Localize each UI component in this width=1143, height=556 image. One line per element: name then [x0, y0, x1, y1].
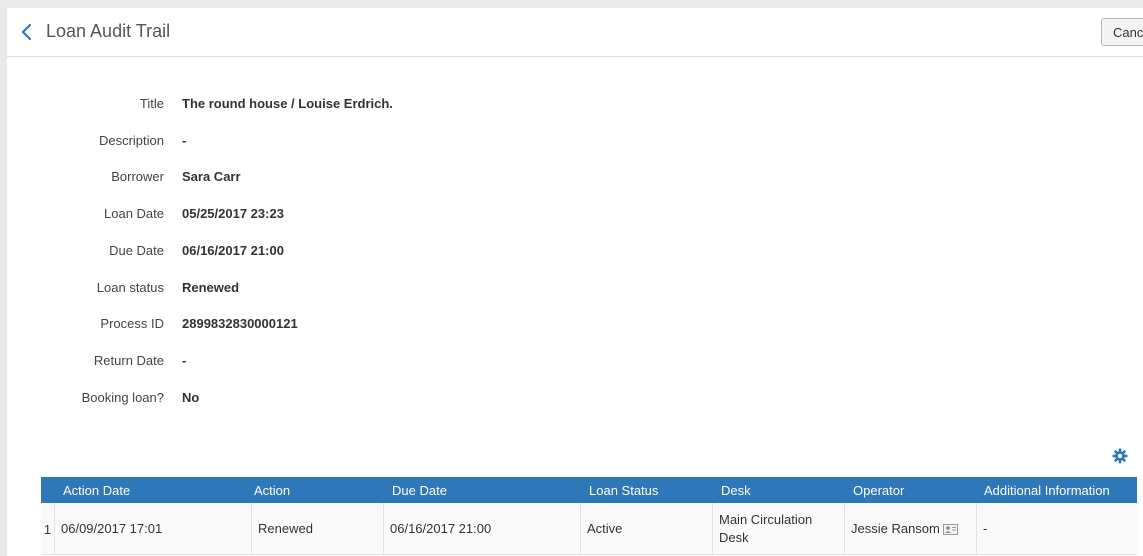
- row-number: 1: [43, 521, 52, 537]
- detail-row-description: Description -: [7, 133, 707, 153]
- column-header-operator[interactable]: Operator: [853, 483, 904, 498]
- top-strip: [0, 0, 1143, 8]
- cell-additional-info: -: [976, 503, 1137, 555]
- cell-desk: Main Circulation Desk: [712, 503, 844, 555]
- detail-label: Loan status: [96, 280, 164, 295]
- page-header: Loan Audit Trail Cancel: [7, 8, 1143, 57]
- detail-label: Description: [98, 133, 164, 148]
- detail-label: Return Date: [93, 353, 164, 368]
- column-header-desk[interactable]: Desk: [721, 483, 751, 498]
- cell-action: Renewed: [251, 503, 383, 555]
- detail-value: 05/25/2017 23:23: [182, 206, 284, 221]
- cancel-button[interactable]: Cancel: [1101, 18, 1143, 46]
- column-header-due-date[interactable]: Due Date: [392, 483, 447, 498]
- detail-label: Booking loan?: [81, 390, 164, 405]
- column-header-action-date[interactable]: Action Date: [63, 483, 130, 498]
- table-header: Action Date Action Due Date Loan Status …: [41, 477, 1137, 503]
- detail-value: -: [182, 353, 187, 368]
- detail-value: The round house / Louise Erdrich.: [182, 96, 393, 111]
- detail-value: 06/16/2017 21:00: [182, 243, 284, 258]
- detail-row-borrower: Borrower Sara Carr: [7, 169, 707, 189]
- detail-row-process-id: Process ID 2899832830000121: [7, 316, 707, 336]
- detail-label: Borrower: [111, 169, 164, 184]
- column-header-loan-status[interactable]: Loan Status: [589, 483, 658, 498]
- detail-label: Process ID: [100, 316, 164, 331]
- cell-loan-status: Active: [580, 503, 712, 555]
- detail-value: Sara Carr: [182, 169, 241, 184]
- detail-row-due-date: Due Date 06/16/2017 21:00: [7, 243, 707, 263]
- cell-operator: Jessie Ransom: [844, 503, 976, 555]
- back-arrow-icon[interactable]: [19, 21, 35, 43]
- table-row[interactable]: 1 06/09/2017 17:01 Renewed 06/16/2017 21…: [41, 503, 1137, 555]
- detail-value: Renewed: [182, 280, 240, 295]
- column-header-action[interactable]: Action: [254, 483, 290, 498]
- detail-label: Loan Date: [104, 206, 164, 221]
- loan-audit-panel: Loan Audit Trail Cancel Title The round …: [7, 8, 1143, 556]
- column-header-additional-information[interactable]: Additional Information: [984, 483, 1110, 498]
- detail-value: 2899832830000121: [182, 316, 298, 331]
- cell-due-date: 06/16/2017 21:00: [383, 503, 580, 555]
- cell-action-date: 06/09/2017 17:01: [54, 503, 251, 555]
- detail-row-loan-date: Loan Date 05/25/2017 23:23: [7, 206, 707, 226]
- detail-row-booking-loan: Booking loan? No: [7, 390, 707, 410]
- detail-label: Due Date: [109, 243, 164, 258]
- user-card-icon[interactable]: [942, 523, 958, 535]
- table-settings-gear-icon[interactable]: [1112, 448, 1128, 464]
- page-title: Loan Audit Trail: [46, 21, 171, 41]
- detail-value: -: [182, 133, 187, 148]
- detail-row-title: Title The round house / Louise Erdrich.: [7, 96, 707, 116]
- detail-row-return-date: Return Date -: [7, 353, 707, 373]
- detail-value: No: [182, 390, 200, 405]
- operator-name: Jessie Ransom: [851, 521, 940, 536]
- detail-row-loan-status: Loan status Renewed: [7, 280, 707, 300]
- detail-label: Title: [139, 96, 164, 111]
